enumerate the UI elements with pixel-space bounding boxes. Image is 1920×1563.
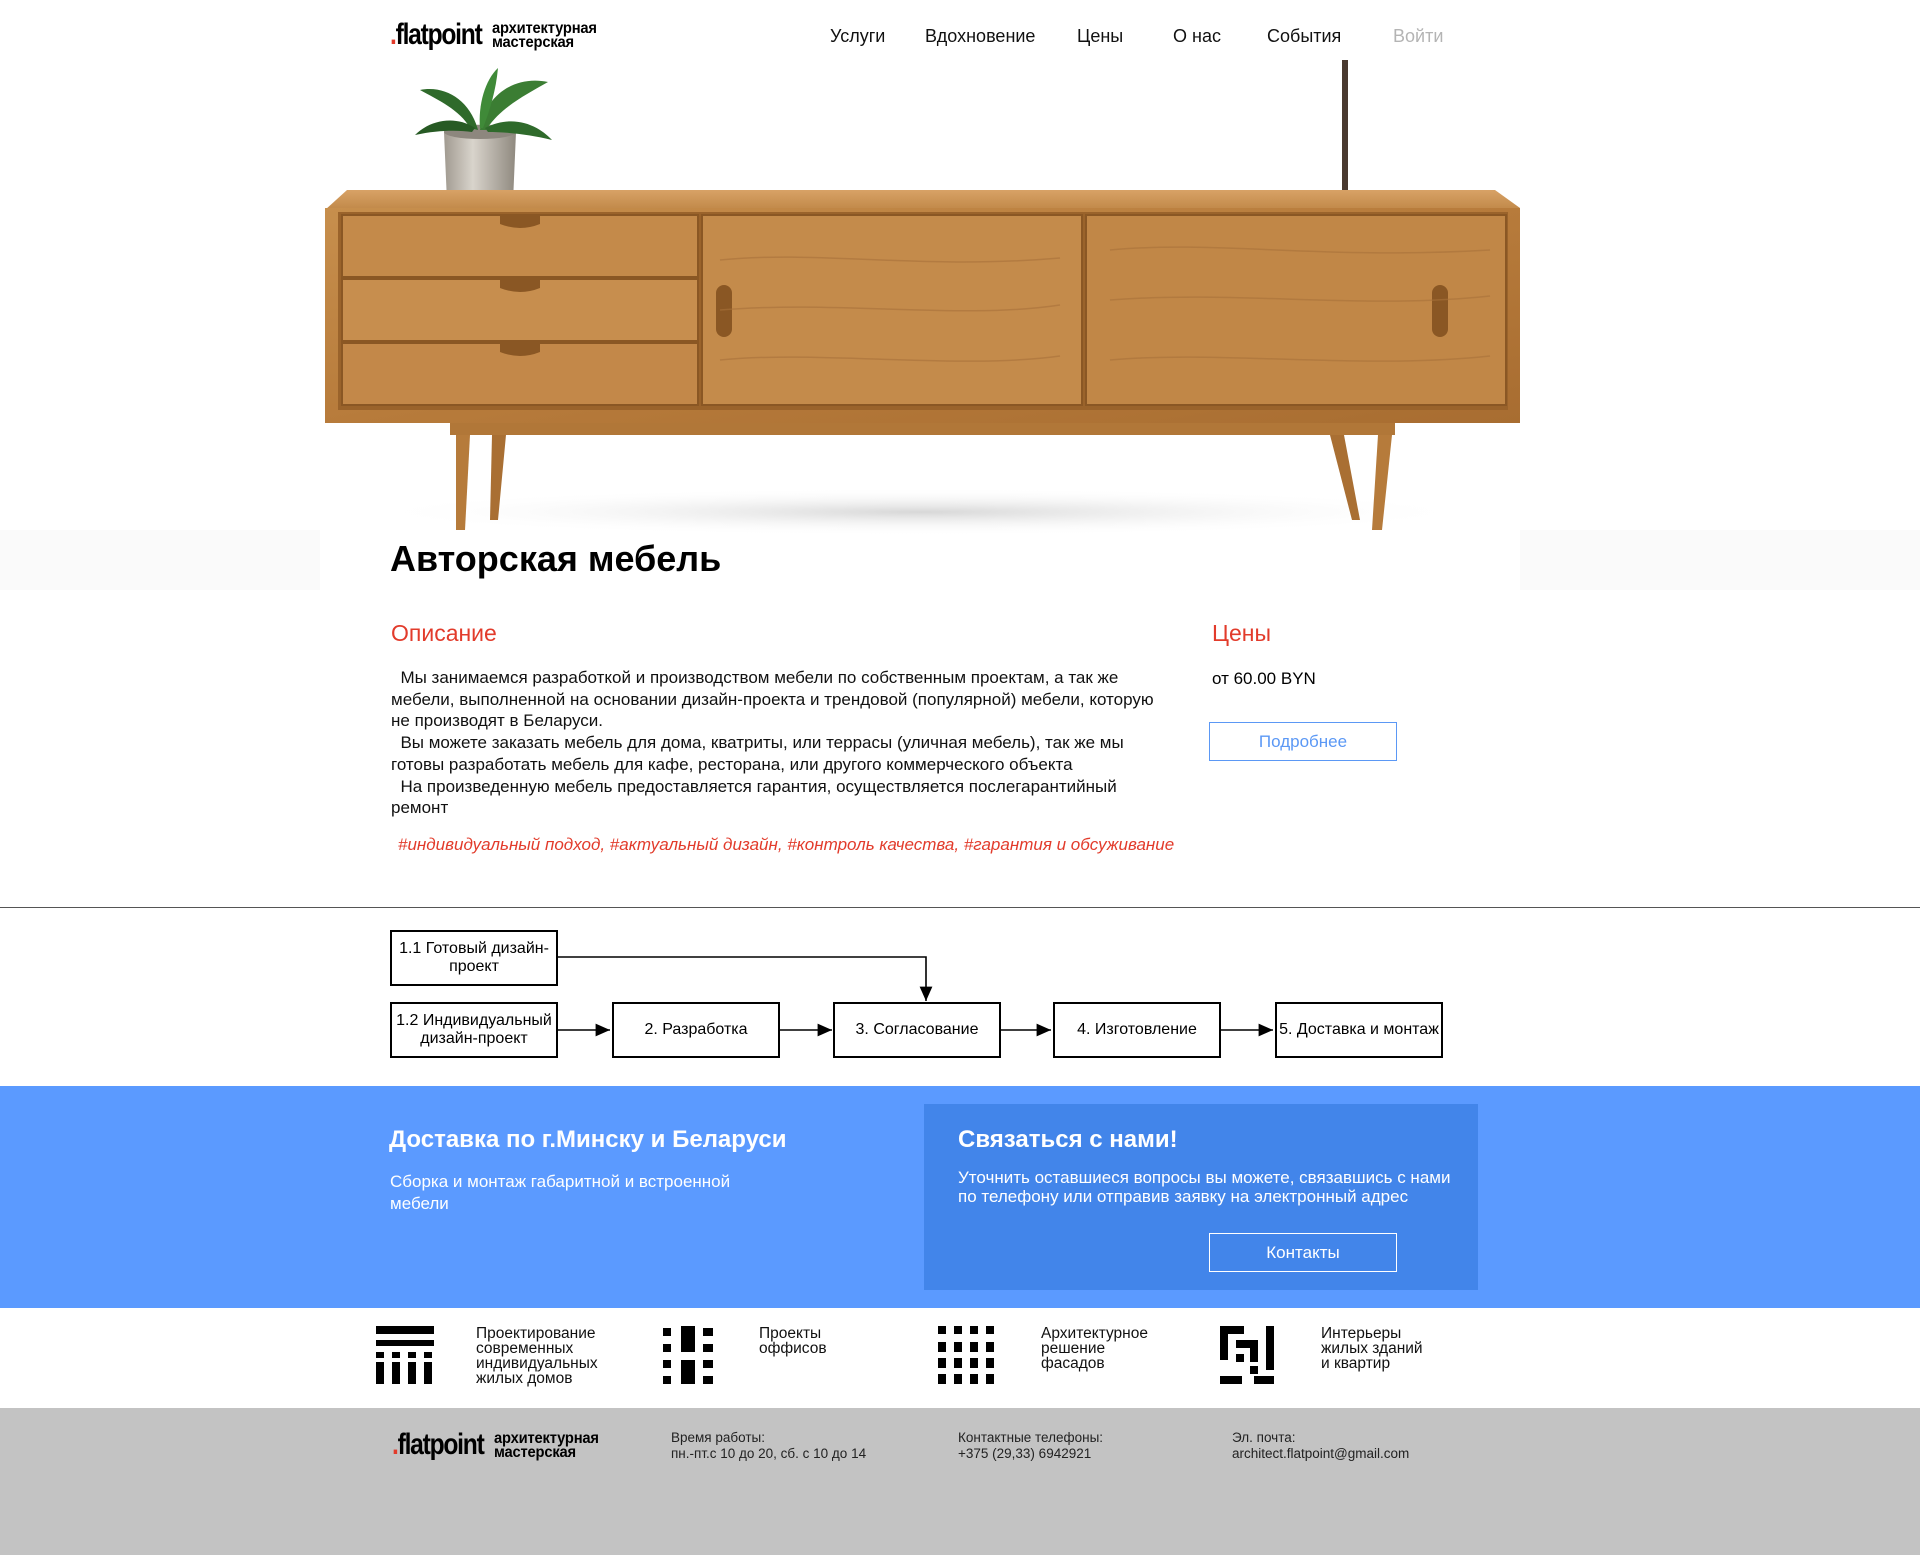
description-heading: Описание	[391, 620, 497, 646]
footer-hours: Время работы: пн.-пт.с 10 до 20, сб. с 1…	[671, 1430, 866, 1462]
footer-phones-value[interactable]: +375 (29,33) 6942921	[958, 1446, 1091, 1461]
description-paragraph: Мы занимаемся разработкой и производство…	[391, 668, 1154, 731]
hashtags: #индивидуальный подход, #актуальный диза…	[398, 835, 1175, 854]
contact-text: Уточнить оставшиеся вопросы вы можете, с…	[958, 1168, 1451, 1206]
hero-image-sideboard	[320, 60, 1520, 590]
footer-logo-subtitle: архитектурная мастерская	[493, 1430, 599, 1461]
delivery-title: Доставка по г.Минску и Беларуси	[389, 1126, 787, 1153]
nav-item-about[interactable]: О нас	[1173, 26, 1221, 47]
process-arrows	[557, 956, 1273, 1037]
nav-item-events[interactable]: События	[1267, 26, 1341, 47]
description-paragraph: Вы можете заказать мебель для дома, кват…	[391, 733, 1124, 774]
contacts-button[interactable]: Контакты	[1209, 1233, 1397, 1272]
footer-email-value[interactable]: architect.flatpoint@gmail.com	[1232, 1446, 1409, 1461]
nav-item-prices[interactable]: Цены	[1077, 26, 1123, 47]
process-step-individual-design: 1.2 Индивидуальный дизайн-проект	[390, 1002, 558, 1058]
page-title: Авторская мебель	[390, 538, 722, 579]
contact-title: Связаться с нами!	[958, 1126, 1178, 1153]
main-nav: Услуги Вдохновение Цены О нас События Во…	[0, 26, 1920, 50]
process-step-approval: 3. Согласование	[833, 1002, 1001, 1058]
interiors-icon[interactable]	[1220, 1326, 1278, 1384]
residential-houses-icon[interactable]	[376, 1326, 434, 1384]
footer-email: Эл. почта: architect.flatpoint@gmail.com	[1232, 1430, 1409, 1462]
footer-logo-brand: .flatpoint	[392, 1428, 485, 1461]
service-label-facades[interactable]: Архитектурное решение фасадов	[1041, 1326, 1148, 1372]
nav-item-services[interactable]: Услуги	[830, 26, 885, 47]
process-diagram: 1.1 Готовый дизайн-проект 1.2 Индивидуал…	[0, 908, 1920, 1086]
footer-phones-label: Контактные телефоны:	[958, 1430, 1104, 1445]
footer-logo[interactable]: .flatpoint архитектурная мастерская	[392, 1426, 608, 1461]
sideboard-illustration	[325, 60, 1520, 536]
login-link[interactable]: Войти	[1393, 26, 1443, 47]
footer-email-label: Эл. почта:	[1232, 1430, 1296, 1445]
service-label-offices[interactable]: Проекты оффисов	[759, 1326, 827, 1357]
description-paragraph: На произведенную мебель предоставляется …	[391, 776, 1117, 818]
service-label-interiors[interactable]: Интерьеры жилых зданий и квартир	[1321, 1326, 1423, 1372]
footer-hours-label: Время работы:	[671, 1430, 765, 1445]
process-step-ready-design: 1.1 Готовый дизайн-проект	[390, 930, 558, 986]
footer-hours-value: пн.-пт.с 10 до 20, сб. с 10 до 14	[671, 1446, 867, 1461]
process-step-manufacturing: 4. Изготовление	[1053, 1002, 1221, 1058]
footer-phones: Контактные телефоны: +375 (29,33) 694292…	[958, 1430, 1103, 1462]
office-projects-icon[interactable]	[663, 1326, 713, 1384]
facades-icon[interactable]	[938, 1326, 996, 1384]
description-text: Мы занимаемся разработкой и производство…	[391, 667, 1171, 819]
process-step-development: 2. Разработка	[612, 1002, 780, 1058]
price-value: от 60.00 BYN	[1212, 669, 1316, 688]
process-step-delivery: 5. Доставка и монтаж	[1275, 1002, 1443, 1058]
nav-item-inspiration[interactable]: Вдохновение	[925, 26, 1035, 47]
prices-heading: Цены	[1212, 620, 1272, 646]
delivery-text: Сборка и монтаж габаритной и встроенной …	[390, 1172, 731, 1213]
more-button[interactable]: Подробнее	[1209, 722, 1397, 761]
service-label-residential[interactable]: Проектирование современных индивидуальных ж…	[476, 1326, 598, 1387]
